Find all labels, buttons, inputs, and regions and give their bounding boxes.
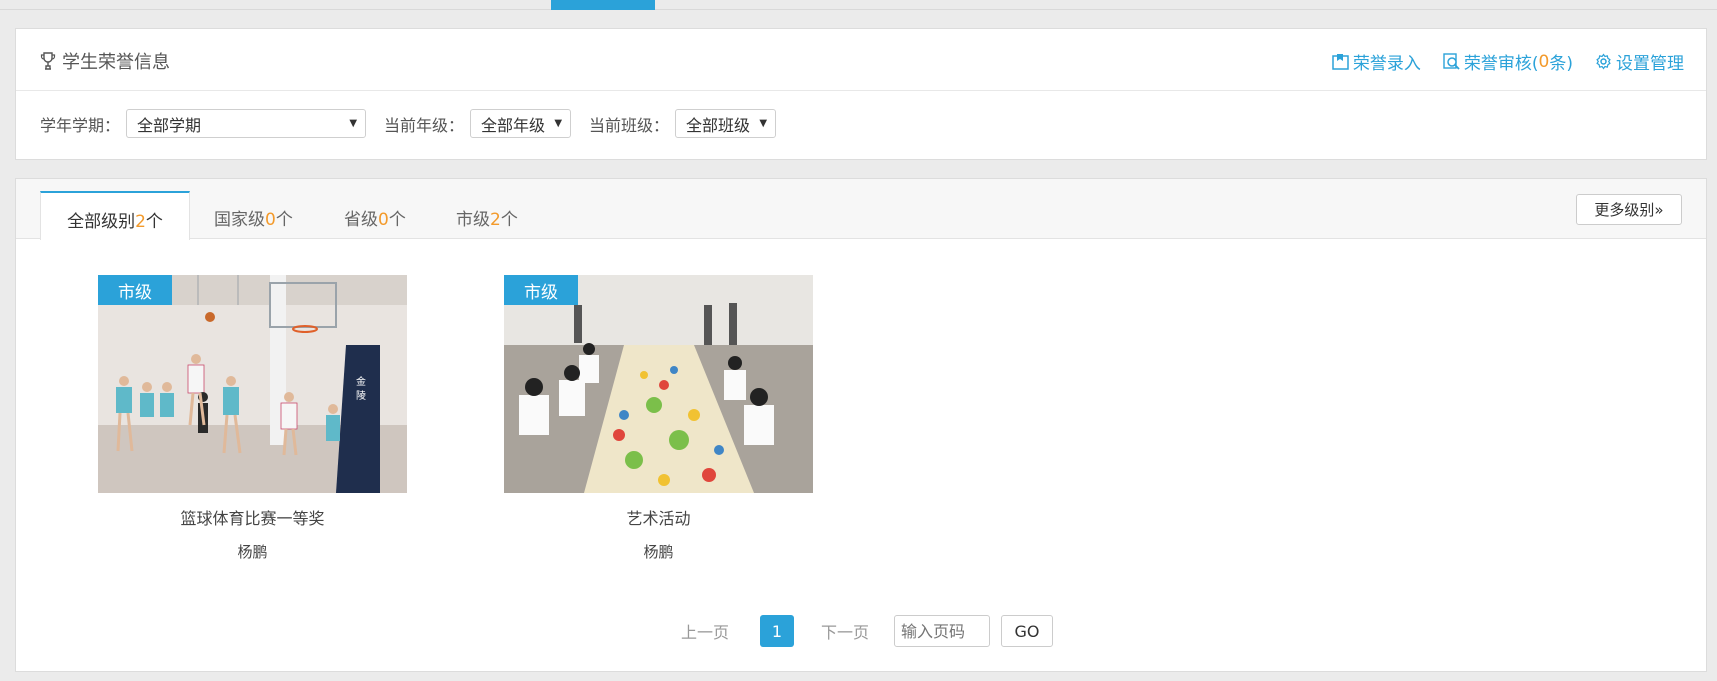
honor-card[interactable]: 市级 艺术活动 杨鹏 (504, 275, 813, 562)
honor-list-panel: 全部级别2个 国家级0个 省级0个 市级2个 更多级别» 金 陵 市级 篮球体育… (15, 178, 1707, 672)
page-number-current[interactable]: 1 (760, 615, 794, 647)
pagination: 上一页 1 下一页 GO (16, 615, 1706, 647)
term-select[interactable]: 全部学期 ▼ (126, 109, 367, 138)
tab-national[interactable]: 国家级0个 (214, 191, 293, 240)
honor-photo-art[interactable]: 市级 (504, 275, 813, 493)
next-page-link[interactable]: 下一页 (821, 615, 869, 647)
honor-card[interactable]: 金 陵 市级 篮球体育比赛一等奖 杨鹏 (98, 275, 407, 562)
header-actions: 荣誉录入 荣誉审核(0 条) 设置管理 (1310, 49, 1684, 74)
class-select-value: 全部班级 (686, 115, 751, 135)
tab-count: 2 (135, 212, 146, 232)
grade-select-value: 全部年级 (481, 115, 546, 135)
grade-filter-label: 当前年级： (384, 115, 465, 135)
settings-label: 设置管理 (1616, 54, 1684, 74)
honor-review-count: 0 (1538, 51, 1550, 72)
level-badge: 市级 (98, 275, 172, 305)
dropdown-arrow-icon: ▼ (759, 118, 768, 129)
go-button[interactable]: GO (1001, 615, 1053, 647)
tab-unit: 个 (388, 210, 406, 230)
tab-label: 市级 (456, 210, 490, 230)
honor-entry-link[interactable]: 荣誉录入 (1332, 49, 1421, 74)
tab-count: 0 (378, 210, 389, 230)
page-title-text: 学生荣誉信息 (62, 52, 170, 73)
gear-icon (1596, 53, 1611, 70)
svg-text:陵: 陵 (356, 390, 366, 402)
prev-page-link[interactable]: 上一页 (681, 615, 729, 647)
term-filter-label: 学年学期： (40, 115, 121, 135)
honor-review-suffix: 条) (1549, 54, 1573, 74)
more-levels-button[interactable]: 更多级别» (1576, 194, 1682, 225)
honor-photo-basketball[interactable]: 金 陵 市级 (98, 275, 407, 493)
tab-unit: 个 (275, 210, 293, 230)
dropdown-arrow-icon: ▼ (554, 118, 563, 129)
tab-count: 2 (490, 210, 501, 230)
grade-select[interactable]: 全部年级 ▼ (470, 109, 572, 138)
top-nav-active-indicator[interactable] (551, 0, 655, 10)
top-nav-bar (0, 0, 1717, 10)
tab-provincial[interactable]: 省级0个 (344, 191, 406, 240)
honor-title[interactable]: 艺术活动 (504, 505, 813, 529)
basketball-photo-image: 金 陵 (98, 275, 407, 493)
level-badge: 市级 (504, 275, 578, 305)
svg-text:金: 金 (356, 375, 366, 388)
trophy-icon (40, 52, 56, 70)
tab-unit: 个 (145, 212, 163, 232)
honor-review-label: 荣誉审核( (1463, 54, 1539, 74)
level-tabs: 全部级别2个 国家级0个 省级0个 市级2个 更多级别» (16, 179, 1706, 240)
student-name: 杨鹏 (237, 543, 268, 561)
art-activity-photo-image (504, 275, 813, 493)
page-title: 学生荣誉信息 (40, 48, 170, 74)
tab-unit: 个 (500, 210, 518, 230)
class-select[interactable]: 全部班级 ▼ (675, 109, 777, 138)
panel-header: 学生荣誉信息 荣誉录入 荣誉审核(0 条) 设置管理 (16, 29, 1706, 91)
import-icon (1332, 54, 1349, 70)
settings-link[interactable]: 设置管理 (1595, 49, 1684, 74)
tab-count: 0 (265, 210, 276, 230)
honor-review-link[interactable]: 荣誉审核(0 条) (1443, 49, 1573, 74)
honor-info-panel: 学生荣誉信息 荣誉录入 荣誉审核(0 条) 设置管理 学年学期： 全部学期 ▼… (15, 28, 1707, 160)
honor-entry-label: 荣誉录入 (1352, 54, 1421, 74)
filter-row: 学年学期： 全部学期 ▼ 当前年级： 全部年级 ▼ 当前班级： 全部班级 ▼ (40, 109, 794, 138)
dropdown-arrow-icon: ▼ (349, 118, 358, 129)
honor-title[interactable]: 篮球体育比赛一等奖 (98, 505, 407, 529)
tab-label: 省级 (344, 210, 378, 230)
review-search-icon (1443, 53, 1460, 70)
tab-label: 全部级别 (67, 212, 136, 232)
student-name: 杨鹏 (643, 543, 674, 561)
class-filter-label: 当前班级： (589, 115, 670, 135)
tab-all-levels[interactable]: 全部级别2个 (40, 191, 190, 240)
page-number-input[interactable] (894, 615, 990, 647)
term-select-value: 全部学期 (137, 115, 202, 135)
tab-label: 国家级 (214, 210, 265, 230)
tab-city[interactable]: 市级2个 (456, 191, 518, 240)
